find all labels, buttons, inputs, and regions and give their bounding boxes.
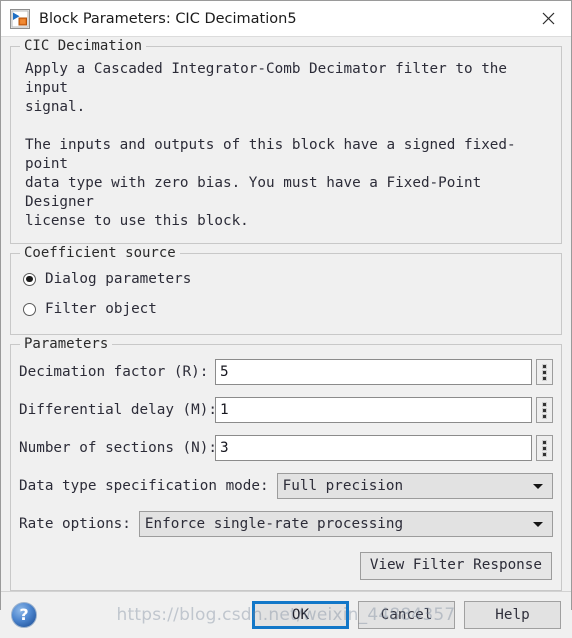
rate-options-select[interactable]: Enforce single-rate processing bbox=[138, 511, 553, 537]
differential-delay-label: Differential delay (M): bbox=[19, 402, 217, 418]
number-of-sections-options-icon[interactable] bbox=[536, 435, 553, 461]
close-icon bbox=[542, 12, 555, 25]
row-decimation-factor: Decimation factor (R): bbox=[19, 358, 553, 386]
description-paragraph: Apply a Cascaded Integrator-Comb Decimat… bbox=[25, 61, 508, 115]
description-group: CIC Decimation Apply a Cascaded Integrat… bbox=[10, 38, 562, 244]
row-data-type-specification-mode: Data type specification mode: Full preci… bbox=[19, 472, 553, 500]
row-number-of-sections: Number of sections (N): bbox=[19, 434, 553, 462]
data-type-specification-mode-value: Full precision bbox=[282, 478, 404, 494]
description-paragraph: The inputs and outputs of this block hav… bbox=[25, 137, 516, 229]
description-group-title: CIC Decimation bbox=[20, 38, 147, 54]
cancel-button[interactable]: Cancel bbox=[358, 600, 455, 629]
coefficient-source-group: Coefficient source Dialog parameters Fil… bbox=[10, 245, 562, 335]
dialog-content: CIC Decimation Apply a Cascaded Integrat… bbox=[1, 37, 571, 591]
help-button[interactable]: Help bbox=[464, 600, 561, 629]
view-filter-response-row: View Filter Response bbox=[19, 552, 553, 580]
differential-delay-input[interactable] bbox=[215, 397, 532, 423]
decimation-factor-input[interactable] bbox=[215, 359, 532, 385]
data-type-specification-mode-select[interactable]: Full precision bbox=[276, 473, 553, 499]
data-type-specification-mode-label: Data type specification mode: bbox=[19, 478, 269, 494]
rate-options-label: Rate options: bbox=[19, 516, 131, 532]
row-rate-options: Rate options: Enforce single-rate proces… bbox=[19, 510, 553, 538]
parameters-group-title: Parameters bbox=[20, 336, 113, 352]
radio-filter-object[interactable]: Filter object bbox=[23, 296, 549, 322]
help-icon[interactable]: ? bbox=[11, 601, 37, 628]
parameters-group: Parameters Decimation factor (R): Differ… bbox=[10, 336, 562, 591]
simulink-block-icon bbox=[10, 8, 30, 29]
number-of-sections-label: Number of sections (N): bbox=[19, 440, 217, 456]
radio-label: Dialog parameters bbox=[45, 271, 192, 287]
radio-selected-icon bbox=[23, 272, 36, 286]
radio-dialog-parameters[interactable]: Dialog parameters bbox=[23, 266, 549, 292]
rate-options-value: Enforce single-rate processing bbox=[144, 516, 404, 532]
close-button[interactable] bbox=[526, 1, 571, 36]
footer-button-group: OK Cancel Help bbox=[252, 600, 561, 629]
chevron-down-icon bbox=[533, 521, 543, 527]
decimation-factor-options-icon[interactable] bbox=[536, 359, 553, 385]
row-differential-delay: Differential delay (M): bbox=[19, 396, 553, 424]
coefficient-source-group-title: Coefficient source bbox=[20, 245, 180, 261]
chevron-down-icon bbox=[533, 483, 543, 489]
number-of-sections-input[interactable] bbox=[215, 435, 532, 461]
dialog-footer: ? https://blog.csdn.net/weixin_44884357 … bbox=[1, 591, 571, 637]
radio-label: Filter object bbox=[45, 301, 157, 317]
radio-unselected-icon bbox=[23, 302, 36, 316]
title-bar: Block Parameters: CIC Decimation5 bbox=[1, 1, 571, 37]
block-parameters-dialog: Block Parameters: CIC Decimation5 CIC De… bbox=[0, 0, 572, 637]
decimation-factor-label: Decimation factor (R): bbox=[19, 364, 209, 380]
ok-button[interactable]: OK bbox=[252, 600, 349, 629]
differential-delay-options-icon[interactable] bbox=[536, 397, 553, 423]
window-title: Block Parameters: CIC Decimation5 bbox=[39, 10, 297, 27]
view-filter-response-button[interactable]: View Filter Response bbox=[359, 552, 552, 580]
